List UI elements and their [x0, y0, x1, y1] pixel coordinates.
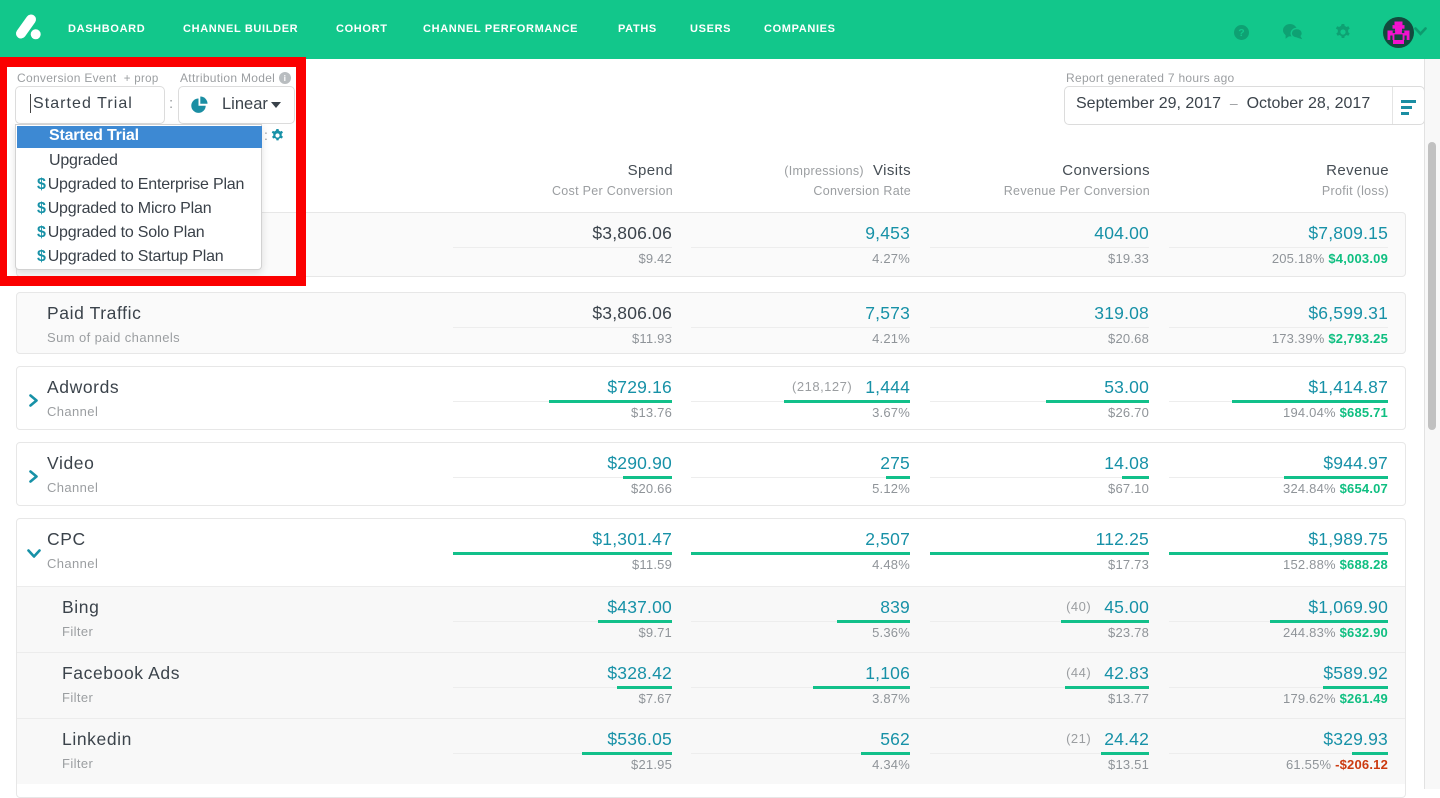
svg-text:?: ?: [1238, 27, 1244, 39]
